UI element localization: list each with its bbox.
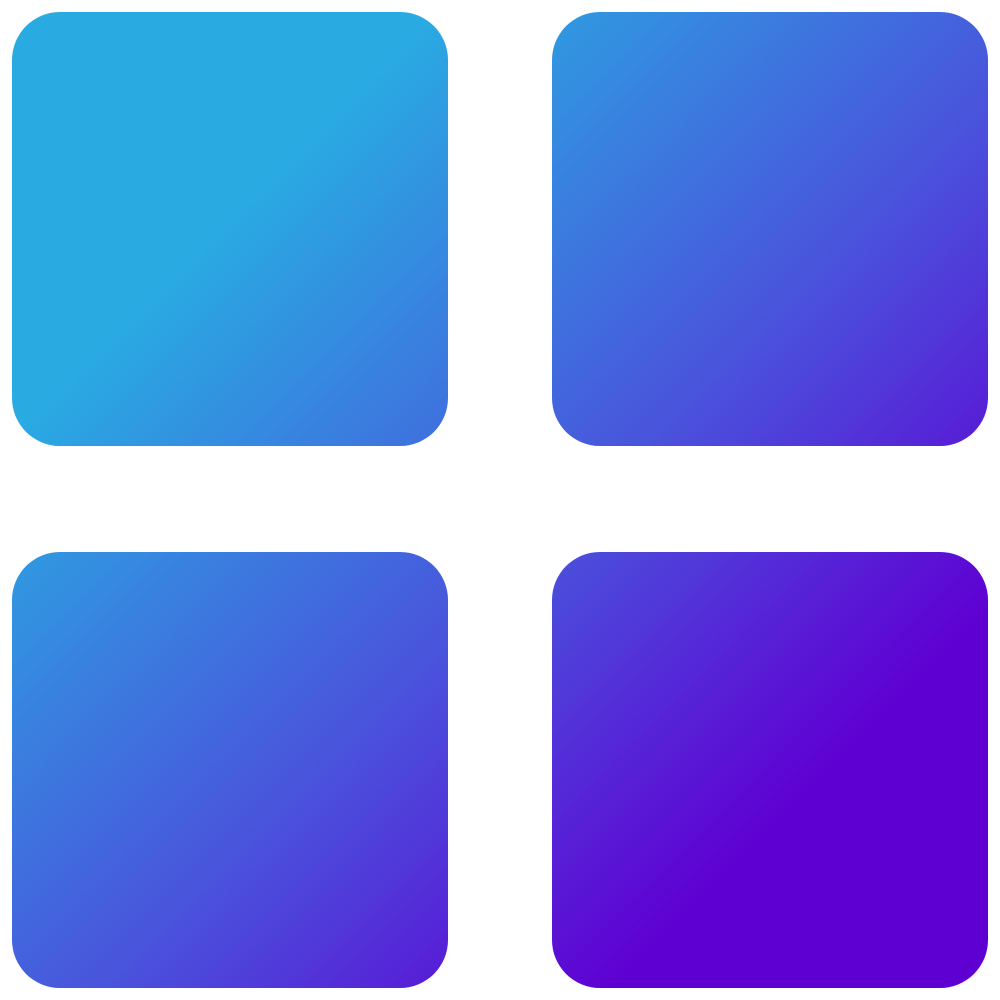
canvas — [0, 0, 1000, 1000]
tile-bottom-left — [12, 552, 448, 988]
app-grid-icon — [12, 12, 988, 988]
tile-top-left — [12, 12, 448, 446]
tile-bottom-right — [552, 552, 988, 988]
tile-top-right — [552, 12, 988, 446]
